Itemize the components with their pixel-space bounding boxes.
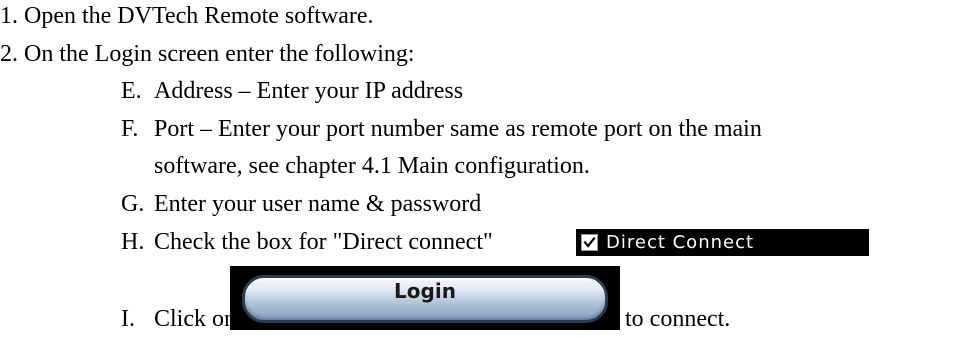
sub-item-letter-h: H. xyxy=(121,229,145,255)
sub-item-text-h: Check the box for "Direct connect" xyxy=(154,229,493,255)
sub-item-text-i: Click on xyxy=(154,306,236,332)
sub-item-text-i-continued: to connect. xyxy=(625,306,731,332)
sub-item-text-e: Address – Enter your IP address xyxy=(154,78,464,104)
step-text: On the Login screen enter the following: xyxy=(24,41,415,67)
sub-item-text-f-continued: software, see chapter 4.1 Main configura… xyxy=(154,153,590,179)
step-text: Open the DVTech Remote software. xyxy=(24,3,374,29)
login-button[interactable]: Login xyxy=(230,266,620,330)
sub-item-letter-g: G. xyxy=(121,191,145,217)
step-2: 2. On the Login screen enter the followi… xyxy=(0,40,415,68)
sub-item-letter-i: I. xyxy=(121,306,135,332)
sub-item-letter-f: F. xyxy=(121,116,139,142)
direct-connect-checkbox[interactable]: Direct Connect xyxy=(576,229,869,256)
checkbox-checked-icon[interactable] xyxy=(581,234,598,251)
sub-item-letter-e: E. xyxy=(121,78,142,104)
step-1: 1. Open the DVTech Remote software. xyxy=(0,2,374,30)
login-button-face[interactable]: Login xyxy=(242,275,608,323)
direct-connect-label: Direct Connect xyxy=(606,232,755,253)
sub-item-text-g: Enter your user name & password xyxy=(154,191,482,217)
step-number: 2. xyxy=(0,41,18,67)
step-number: 1. xyxy=(0,3,18,29)
sub-item-text-f: Port – Enter your port number same as re… xyxy=(154,116,762,142)
login-button-label: Login xyxy=(394,279,456,303)
